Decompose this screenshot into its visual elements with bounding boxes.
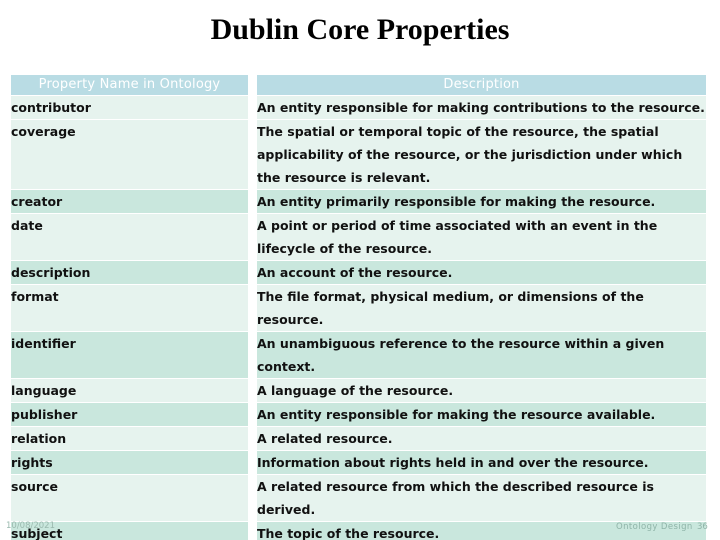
cell-gap (248, 475, 257, 521)
cell-property-name: creator (11, 190, 248, 213)
cell-description: An entity responsible for making the res… (257, 403, 706, 426)
cell-property-name: rights (11, 451, 248, 474)
table-body: contributor An entity responsible for mak… (11, 96, 706, 540)
cell-description: An entity primarily responsible for maki… (257, 190, 706, 213)
cell-property-name: relation (11, 427, 248, 450)
cell-property-name: coverage (11, 120, 248, 189)
page-title: Dublin Core Properties (210, 13, 510, 46)
cell-description: An unambiguous reference to the resource… (257, 332, 706, 378)
cell-gap (248, 522, 257, 540)
cell-description: An entity responsible for making contrib… (257, 96, 706, 119)
slide-canvas: Dublin Core Properties Property Name in … (0, 0, 720, 540)
cell-description: An account of the resource. (257, 261, 706, 284)
cell-description: A language of the resource. (257, 379, 706, 402)
cell-gap (248, 427, 257, 450)
footer-date: 10/08/2021 (6, 521, 55, 531)
cell-gap (248, 120, 257, 189)
table-row: description An account of the resource. (11, 261, 706, 284)
table-header: Property Name in Ontology Description (11, 75, 706, 95)
cell-property-name: description (11, 261, 248, 284)
cell-property-name: publisher (11, 403, 248, 426)
cell-gap (248, 214, 257, 260)
table-row: contributor An entity responsible for mak… (11, 96, 706, 119)
table-header-row: Property Name in Ontology Description (11, 75, 706, 95)
footer-page-number: 36 (697, 522, 708, 532)
cell-gap (248, 332, 257, 378)
cell-description: A related resource from which the descri… (257, 475, 706, 521)
cell-gap (248, 379, 257, 402)
cell-property-name: identifier (11, 332, 248, 378)
cell-property-name: language (11, 379, 248, 402)
cell-description: The spatial or temporal topic of the res… (257, 120, 706, 189)
cell-property-name: date (11, 214, 248, 260)
table-row: subject The topic of the resource. (11, 522, 706, 540)
cell-description: A related resource. (257, 427, 706, 450)
column-header-property-name: Property Name in Ontology (11, 75, 248, 95)
table-row: rights Information about rights held in a… (11, 451, 706, 474)
cell-property-name: contributor (11, 96, 248, 119)
table-row: relation A related resource. (11, 427, 706, 450)
dublin-core-properties-table: Property Name in Ontology Description co… (11, 74, 706, 540)
column-gap (248, 75, 257, 95)
table-row: creator An entity primarily responsible f… (11, 190, 706, 213)
cell-property-name: source (11, 475, 248, 521)
cell-gap (248, 285, 257, 331)
cell-gap (248, 261, 257, 284)
cell-gap (248, 451, 257, 474)
cell-gap (248, 96, 257, 119)
table-row: coverage The spatial or temporal topic of… (11, 120, 706, 189)
cell-gap (248, 403, 257, 426)
table-row: date A point or period of time associated… (11, 214, 706, 260)
table-row: identifier An unambiguous reference to th… (11, 332, 706, 378)
cell-description: Information about rights held in and ove… (257, 451, 706, 474)
cell-gap (248, 190, 257, 213)
cell-description: The file format, physical medium, or dim… (257, 285, 706, 331)
cell-description: A point or period of time associated wit… (257, 214, 706, 260)
table-row: language A language of the resource. (11, 379, 706, 402)
table-row: publisher An entity responsible for makin… (11, 403, 706, 426)
footer-credit: Ontology Design (616, 522, 693, 532)
column-header-description: Description (257, 75, 706, 95)
table-row: format The file format, physical medium, … (11, 285, 706, 331)
table-row: source A related resource from which the … (11, 475, 706, 521)
cell-property-name: format (11, 285, 248, 331)
